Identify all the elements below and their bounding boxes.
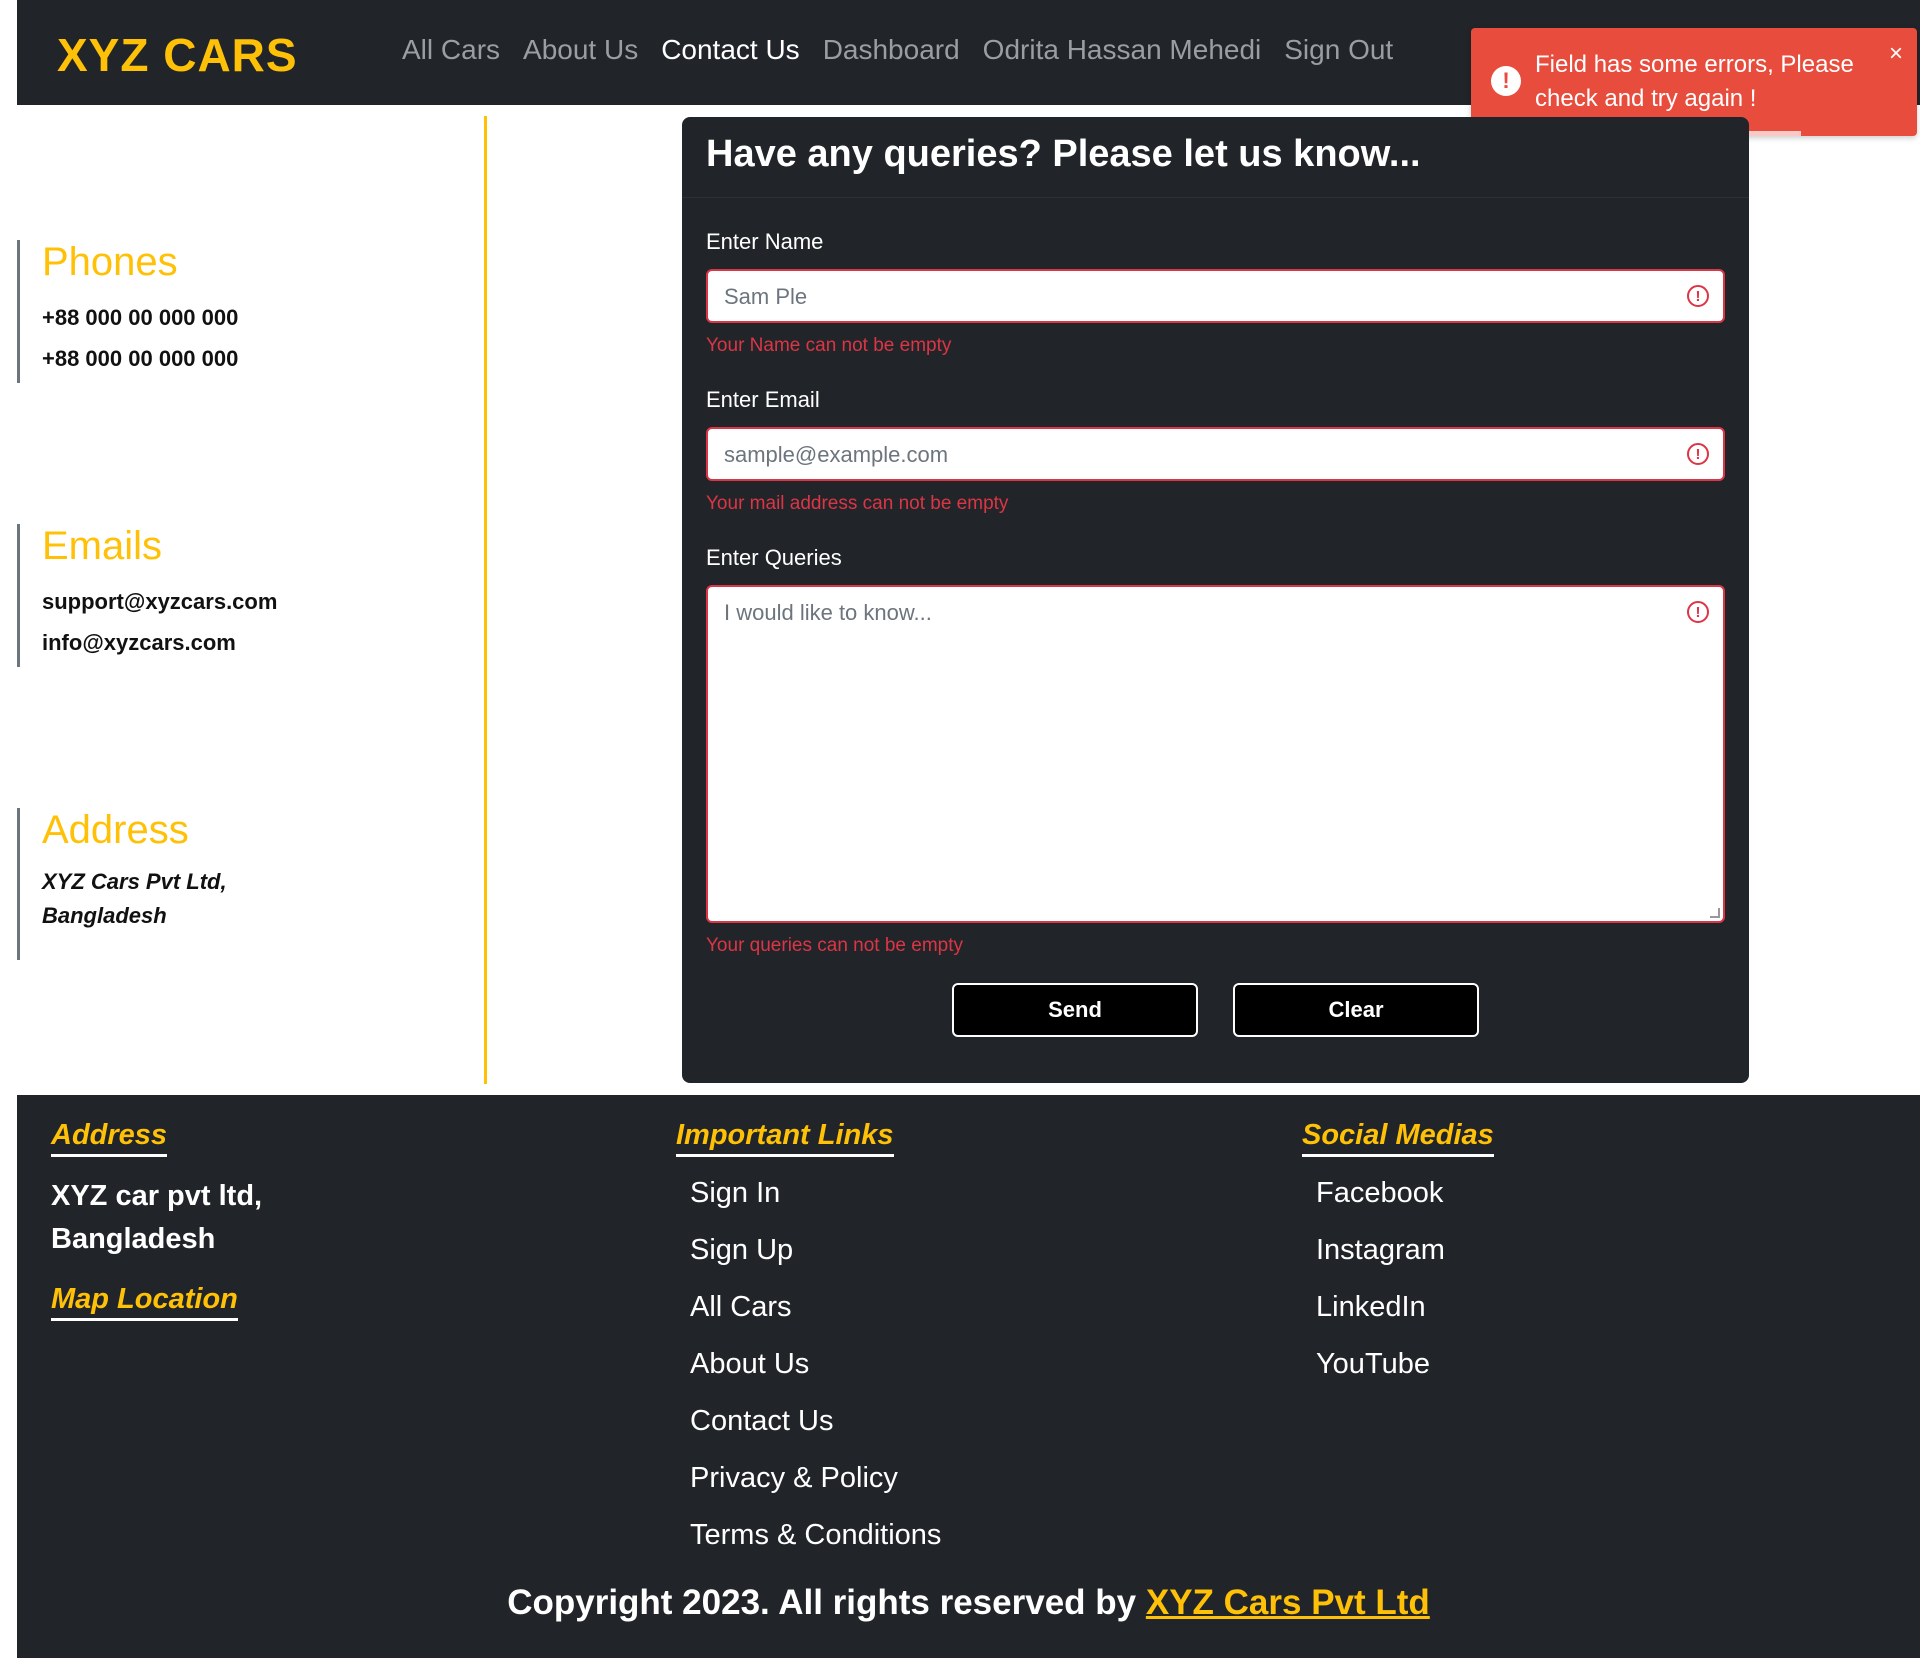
- address-line: XYZ Cars Pvt Ltd,: [42, 869, 227, 894]
- name-error: Your Name can not be empty: [706, 335, 952, 356]
- name-placeholder: Sam Ple: [724, 284, 808, 309]
- nav-link-dashboard[interactable]: Dashboard: [823, 34, 960, 66]
- footer-address-line: Bangladesh: [51, 1223, 216, 1255]
- map-location-link[interactable]: Map Location: [51, 1283, 238, 1321]
- name-label: Enter Name: [706, 229, 824, 254]
- footer: Address XYZ car pvt ltd, Bangladesh Map …: [17, 1095, 1920, 1658]
- social-link-linkedin[interactable]: LinkedIn: [1316, 1291, 1426, 1324]
- error-icon: !: [1687, 443, 1709, 465]
- send-button[interactable]: Send: [952, 983, 1198, 1037]
- brand-logo[interactable]: XYZ CARS: [57, 28, 298, 82]
- name-input[interactable]: Sam Ple !: [706, 269, 1725, 323]
- error-icon: !: [1491, 66, 1521, 96]
- footer-link-sign-up[interactable]: Sign Up: [690, 1234, 793, 1267]
- vertical-divider: [484, 116, 487, 1084]
- email-address: support@xyzcars.com: [42, 589, 278, 614]
- phones-section: Phones +88 000 00 000 000 +88 000 00 000…: [17, 240, 238, 383]
- copyright: Copyright 2023. All rights reserved by X…: [17, 1583, 1920, 1623]
- error-icon: !: [1687, 601, 1709, 623]
- contact-form-card: Have any queries? Please let us know... …: [682, 117, 1749, 1083]
- queries-label: Enter Queries: [706, 545, 842, 570]
- footer-link-contact-us[interactable]: Contact Us: [690, 1405, 833, 1438]
- important-links-title: Important Links: [676, 1119, 894, 1157]
- nav-link-contact-us[interactable]: Contact Us: [661, 34, 800, 66]
- address-section: Address XYZ Cars Pvt Ltd, Bangladesh: [17, 808, 227, 960]
- error-icon: !: [1687, 285, 1709, 307]
- copyright-text: Copyright 2023. All rights reserved by: [507, 1583, 1146, 1622]
- address-line: Bangladesh: [42, 903, 167, 928]
- email-error: Your mail address can not be empty: [706, 493, 1009, 514]
- address-title: Address: [42, 808, 189, 852]
- social-link-facebook[interactable]: Facebook: [1316, 1177, 1443, 1210]
- email-label: Enter Email: [706, 387, 820, 412]
- nav-link-all-cars[interactable]: All Cars: [402, 34, 500, 66]
- footer-address-title: Address: [51, 1119, 168, 1157]
- email-address: info@xyzcars.com: [42, 630, 236, 655]
- emails-section: Emails support@xyzcars.com info@xyzcars.…: [17, 524, 277, 667]
- email-input[interactable]: sample@example.com !: [706, 427, 1725, 481]
- social-medias-title: Social Medias: [1302, 1119, 1494, 1157]
- resize-handle[interactable]: [1710, 908, 1720, 918]
- footer-link-terms-conditions[interactable]: Terms & Conditions: [690, 1519, 941, 1552]
- email-placeholder: sample@example.com: [724, 442, 949, 467]
- queries-textarea[interactable]: I would like to know... !: [706, 585, 1725, 923]
- footer-link-privacy-policy[interactable]: Privacy & Policy: [690, 1462, 898, 1495]
- social-link-youtube[interactable]: YouTube: [1316, 1348, 1430, 1381]
- nav-link-user-name[interactable]: Odrita Hassan Mehedi: [983, 34, 1262, 66]
- footer-link-all-cars[interactable]: All Cars: [690, 1291, 792, 1324]
- queries-placeholder: I would like to know...: [724, 600, 932, 625]
- phone-number: +88 000 00 000 000: [42, 305, 239, 330]
- nav-link-sign-out[interactable]: Sign Out: [1284, 34, 1393, 66]
- copyright-company-link[interactable]: XYZ Cars Pvt Ltd: [1146, 1583, 1430, 1622]
- social-link-instagram[interactable]: Instagram: [1316, 1234, 1445, 1267]
- clear-button[interactable]: Clear: [1233, 983, 1479, 1037]
- phone-number: +88 000 00 000 000: [42, 346, 239, 371]
- footer-link-about-us[interactable]: About Us: [690, 1348, 809, 1381]
- toast-message: Field has some errors, Please check and …: [1535, 51, 1854, 112]
- footer-address-line: XYZ car pvt ltd,: [51, 1180, 263, 1212]
- emails-title: Emails: [42, 524, 163, 568]
- divider: [682, 197, 1749, 198]
- footer-link-sign-in[interactable]: Sign In: [690, 1177, 780, 1210]
- close-icon[interactable]: ×: [1889, 42, 1903, 66]
- phones-title: Phones: [42, 240, 178, 284]
- nav-links: All Cars About Us Contact Us Dashboard O…: [402, 34, 1393, 66]
- form-title: Have any queries? Please let us know...: [706, 133, 1421, 175]
- queries-error: Your queries can not be empty: [706, 935, 964, 956]
- nav-link-about-us[interactable]: About Us: [523, 34, 638, 66]
